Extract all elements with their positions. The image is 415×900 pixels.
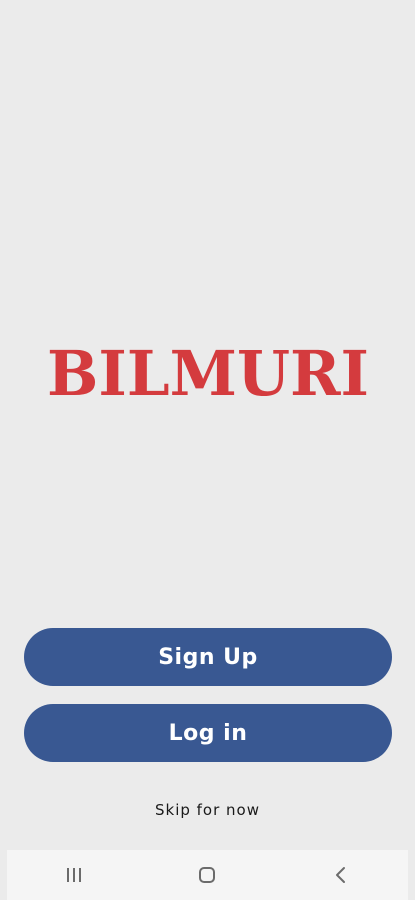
log-in-button[interactable]: Log in bbox=[24, 704, 392, 762]
sign-up-button[interactable]: Sign Up bbox=[24, 628, 392, 686]
home-icon bbox=[199, 867, 216, 883]
system-navigation-bar bbox=[7, 850, 408, 900]
skip-for-now-link[interactable]: Skip for now bbox=[0, 799, 415, 821]
back-button[interactable] bbox=[311, 850, 371, 900]
back-icon bbox=[336, 867, 346, 883]
recent-apps-icon bbox=[66, 868, 81, 882]
brand-logo: BILMURI bbox=[0, 338, 415, 408]
recent-apps-button[interactable] bbox=[44, 850, 104, 900]
brand-logo-wordmark: BILMURI bbox=[47, 338, 369, 408]
brand-logo-text: BILMURI bbox=[47, 338, 369, 408]
home-button[interactable] bbox=[177, 850, 237, 900]
